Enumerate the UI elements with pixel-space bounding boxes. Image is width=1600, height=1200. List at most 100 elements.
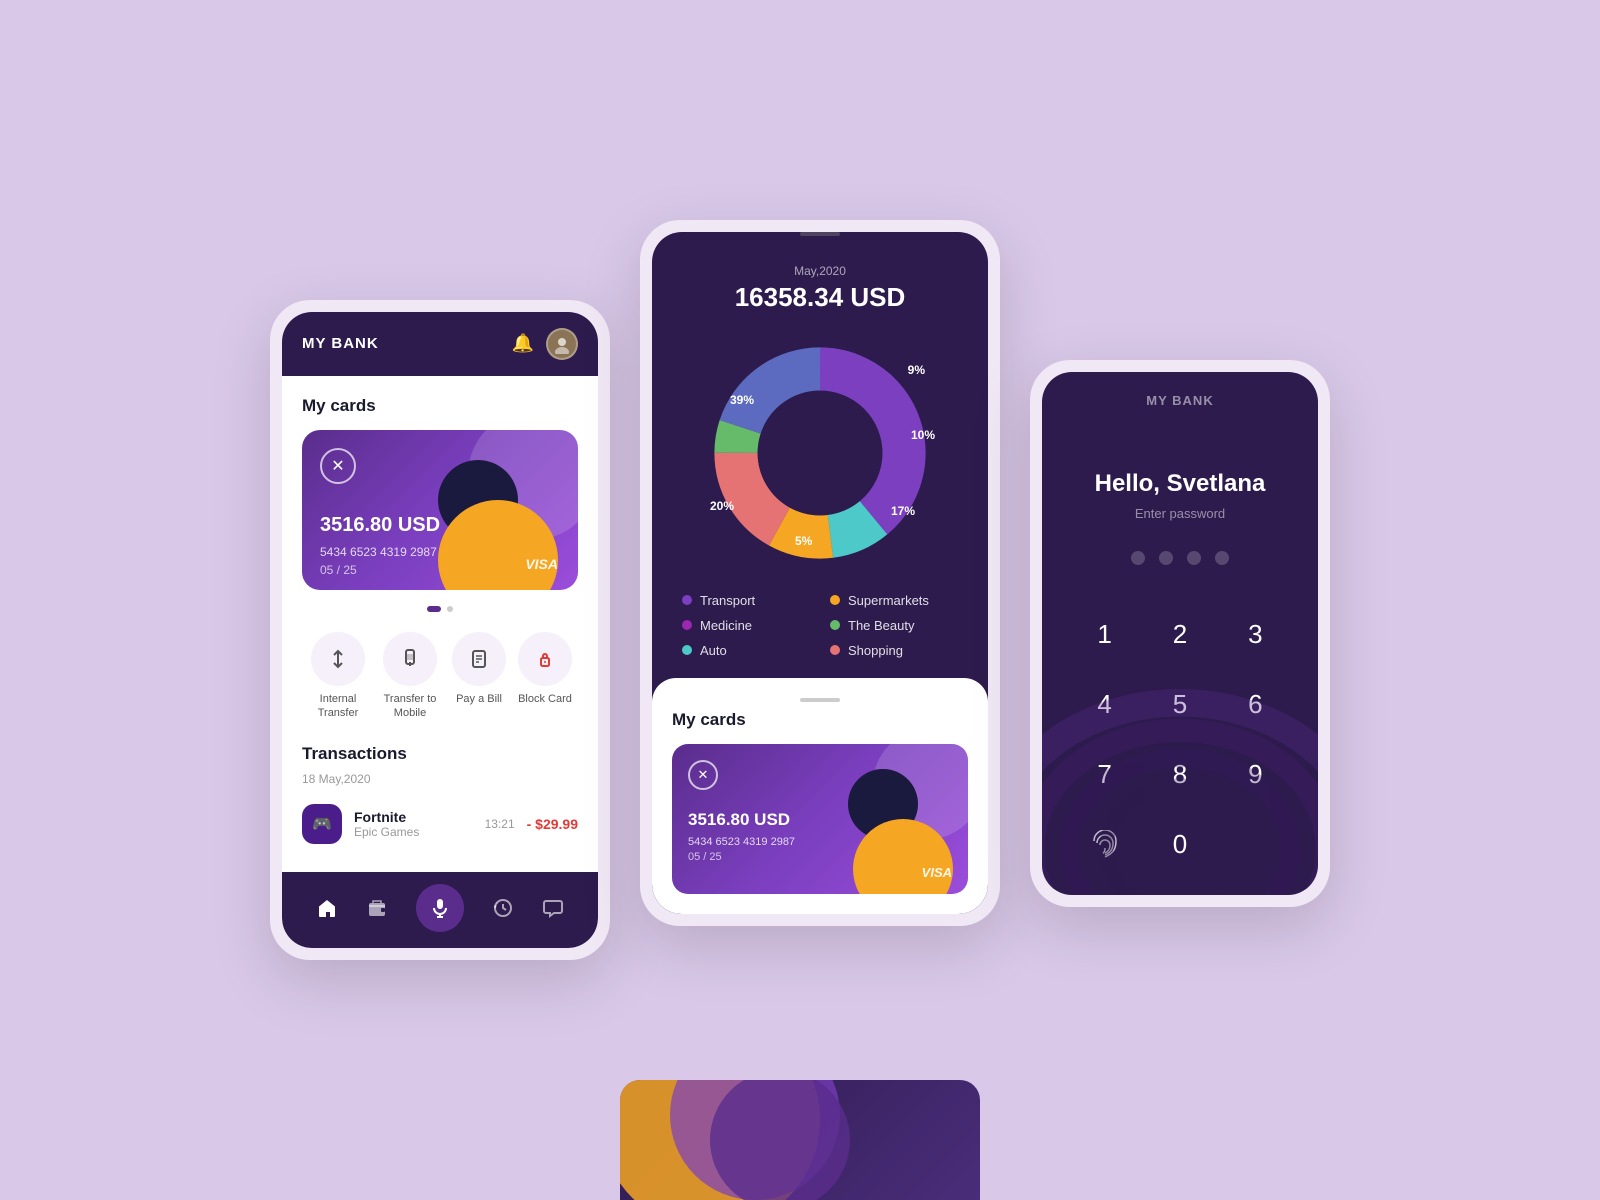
transfer-mobile-label: Transfer to Mobile [380, 692, 440, 721]
legend-label-transport: Transport [700, 593, 755, 608]
block-card-icon [518, 632, 572, 686]
legend-beauty: The Beauty [830, 618, 958, 633]
donut-svg [700, 333, 940, 573]
mini-card-expiry: 05 / 25 [688, 851, 952, 863]
card-logo-symbol: ✕ [320, 448, 356, 484]
legend-label-medicine: Medicine [700, 618, 752, 633]
phone-handle-2 [800, 698, 840, 702]
card-dot-2 [447, 606, 453, 612]
nav-mic[interactable] [416, 884, 464, 932]
analytics-amount: 16358.34 USD [672, 282, 968, 313]
internal-transfer-icon [311, 632, 365, 686]
donut-label-17: 17% [891, 504, 915, 518]
phone3-greeting: Hello, Svetlana [1042, 470, 1318, 498]
phone3-subtext: Enter password [1042, 506, 1318, 521]
phone1-title: MY BANK [302, 335, 379, 352]
donut-label-39: 39% [730, 393, 754, 407]
tx-game-icon: 🎮 [302, 804, 342, 844]
phone2-my-cards-title: My cards [672, 710, 968, 730]
legend-supermarkets: Supermarkets [830, 593, 958, 608]
donut-label-5: 5% [795, 534, 812, 548]
nav-history[interactable] [492, 897, 514, 919]
mini-card-logo-symbol: ✕ [688, 760, 718, 790]
analytics-date: May,2020 [672, 264, 968, 278]
tx-amount: - $29.99 [527, 816, 578, 832]
bell-icon[interactable]: 🔔 [512, 333, 534, 354]
transfer-mobile-icon [383, 632, 437, 686]
internal-transfer-label: Internal Transfer [308, 692, 368, 721]
action-pay-bill[interactable]: Pay a Bill [452, 632, 506, 721]
legend-transport: Transport [682, 593, 810, 608]
mini-credit-card[interactable]: ✕ 3516.80 USD 5434 6523 4319 2987 05 / 2… [672, 744, 968, 894]
phone1-body: My cards ✕ 3516.80 USD 5434 6523 4319 29… [282, 376, 598, 873]
phone2-cards-section: My cards ✕ 3516.80 USD 5434 6523 4319 29… [652, 678, 988, 914]
nav-chat[interactable] [542, 897, 564, 919]
nav-wallet[interactable] [366, 897, 388, 919]
card-dot-1 [427, 606, 441, 612]
legend-dot-transport [682, 595, 692, 605]
block-card-label: Block Card [518, 692, 572, 706]
legend-label-shopping: Shopping [848, 643, 903, 658]
donut-wrapper: 39% 9% 10% 17% 5% 20% [700, 333, 940, 573]
donut-label-9: 9% [908, 363, 925, 377]
phone2-frame: May,2020 16358.34 USD [640, 220, 1000, 926]
card-amount: 3516.80 USD [320, 514, 560, 537]
legend-dot-medicine [682, 620, 692, 630]
legend-label-auto: Auto [700, 643, 727, 658]
card-number: 5434 6523 4319 2987 [320, 545, 560, 559]
tx-time: 13:21 [485, 817, 515, 831]
card-expiry: 05 / 25 [320, 563, 560, 577]
transactions-title: Transactions [302, 744, 578, 764]
legend-auto: Auto [682, 643, 810, 658]
phone2-header: May,2020 16358.34 USD [652, 244, 988, 323]
phone3-bank-title: MY BANK [1146, 393, 1213, 408]
legend-dot-beauty [830, 620, 840, 630]
transactions-section: Transactions 18 May,2020 🎮 Fortnite Epic… [302, 744, 578, 852]
phone1-header: MY BANK 🔔 [282, 312, 598, 376]
bottom-nav [282, 872, 598, 948]
donut-label-20: 20% [710, 499, 734, 513]
mini-card-amount: 3516.80 USD [688, 810, 952, 830]
header-icons: 🔔 [512, 328, 578, 360]
avatar[interactable] [546, 328, 578, 360]
legend-shopping: Shopping [830, 643, 958, 658]
donut-chart-container: 39% 9% 10% 17% 5% 20% [652, 323, 988, 593]
phone1-inner: MY BANK 🔔 My cards ✕ [282, 312, 598, 949]
legend-dot-auto [682, 645, 692, 655]
phone2-inner: May,2020 16358.34 USD [652, 232, 988, 914]
card-brand-logo: ✕ [320, 448, 560, 484]
action-transfer-mobile[interactable]: Transfer to Mobile [380, 632, 440, 721]
action-block-card[interactable]: Block Card [518, 632, 572, 721]
mini-card-logo: ✕ [688, 760, 952, 790]
phone3-header: MY BANK [1042, 372, 1318, 420]
phone-handle [800, 232, 840, 236]
action-internal-transfer[interactable]: Internal Transfer [308, 632, 368, 721]
pay-bill-icon [452, 632, 506, 686]
my-cards-title: My cards [302, 396, 578, 416]
nav-home[interactable] [316, 897, 338, 919]
legend-medicine: Medicine [682, 618, 810, 633]
chart-legend: Transport Supermarkets Medicine The Beau… [652, 593, 988, 678]
phone3-inner: MY BANK Hello, Svetlana Enter password 1… [1042, 372, 1318, 895]
legend-label-beauty: The Beauty [848, 618, 915, 633]
bg-waves-svg [1042, 529, 1318, 895]
tx-info: Fortnite Epic Games [354, 809, 473, 839]
transaction-item[interactable]: 🎮 Fortnite Epic Games 13:21 - $29.99 [302, 796, 578, 852]
pay-bill-label: Pay a Bill [456, 692, 502, 706]
tx-sub: Epic Games [354, 825, 473, 839]
tx-name: Fortnite [354, 809, 473, 825]
mini-card-visa: VISA [922, 865, 952, 880]
quick-actions: Internal Transfer Transfer to Mobile Pay… [302, 632, 578, 721]
mini-card-number: 5434 6523 4319 2987 [688, 836, 952, 848]
card-visa: VISA [525, 556, 558, 572]
phone1-frame: MY BANK 🔔 My cards ✕ [270, 300, 610, 961]
legend-label-supermarkets: Supermarkets [848, 593, 929, 608]
partial-blob-dark-purple [710, 1080, 850, 1200]
legend-dot-shopping [830, 645, 840, 655]
credit-card[interactable]: ✕ 3516.80 USD 5434 6523 4319 2987 05 / 2… [302, 430, 578, 590]
tx-date: 18 May,2020 [302, 772, 578, 786]
donut-label-10: 10% [911, 428, 935, 442]
bottom-partial-card [620, 1080, 980, 1200]
legend-dot-supermarkets [830, 595, 840, 605]
phone3-frame: MY BANK Hello, Svetlana Enter password 1… [1030, 360, 1330, 907]
